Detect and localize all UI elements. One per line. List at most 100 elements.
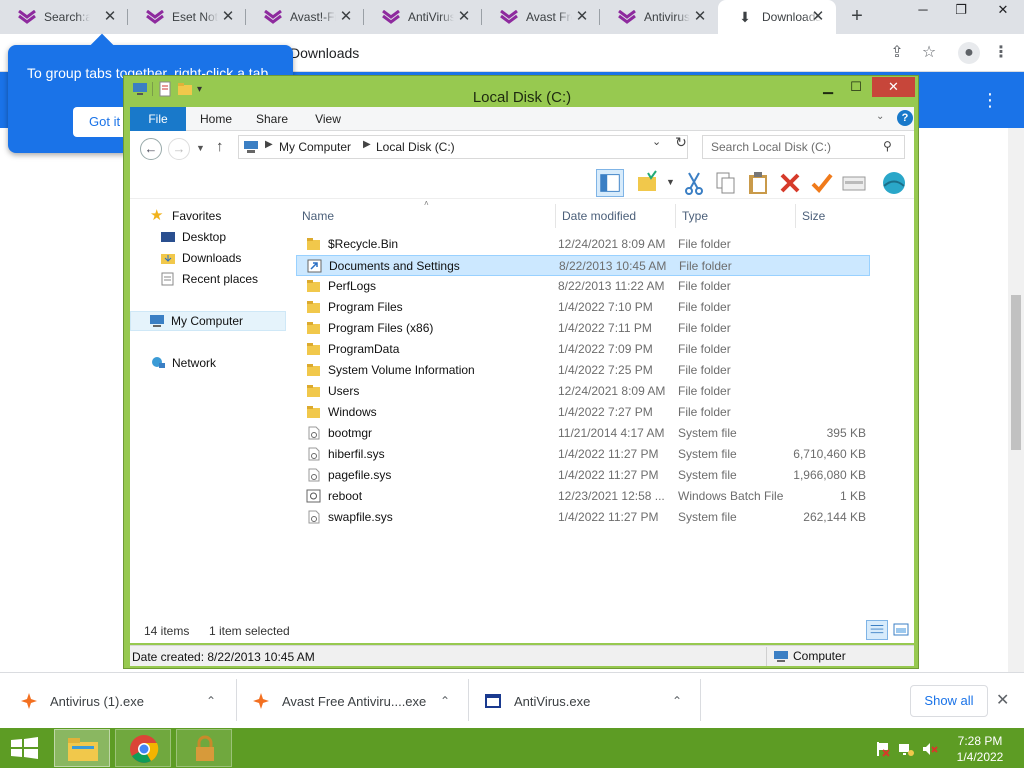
breadcrumb-local-disk[interactable]: Local Disk (C:) (376, 140, 455, 154)
globe-icon[interactable] (880, 169, 908, 197)
download-item[interactable]: Avast Free Antiviru....exe ⌃ (252, 679, 468, 723)
nav-my-computer[interactable]: My Computer (130, 311, 286, 331)
clock-time[interactable]: 7:28 PM (950, 734, 1010, 748)
nav-desktop[interactable]: Desktop (160, 227, 226, 247)
expand-ribbon-icon[interactable]: ⌄ (876, 111, 884, 122)
minimize-button[interactable]: ─ (908, 2, 938, 20)
breadcrumb-my-computer[interactable]: My Computer (279, 140, 351, 154)
file-row[interactable]: hiberfil.sys 1/4/2022 11:27 PM System file… (296, 444, 870, 465)
share-icon[interactable]: ⇪ (886, 42, 908, 64)
omnibox-text[interactable]: Downloads (290, 45, 359, 61)
tab-file[interactable]: File (130, 107, 186, 131)
file-row[interactable]: Documents and Settings 8/22/2013 10:45 AM… (296, 255, 870, 276)
up-button[interactable]: ↑ (216, 138, 224, 155)
properties-window-icon[interactable] (840, 169, 868, 197)
paste-icon[interactable] (744, 169, 772, 197)
profile-avatar-icon[interactable]: ● (958, 42, 980, 64)
nav-favorites[interactable]: ★ Favorites (150, 206, 221, 226)
file-row[interactable]: PerfLogs 8/22/2013 11:22 AM File folder (296, 276, 870, 297)
help-icon[interactable]: ? (897, 110, 913, 126)
nav-network[interactable]: Network (150, 353, 216, 373)
tab-view[interactable]: View (300, 107, 356, 131)
column-header-date[interactable]: Date modified (556, 204, 676, 228)
tab-avast-free-1[interactable]: Avast!-Free ✕ (246, 0, 364, 34)
large-icons-view-icon[interactable] (890, 620, 912, 640)
download-options-chevron-icon[interactable]: ⌃ (206, 694, 216, 708)
tab-close-icon[interactable]: ✕ (102, 9, 118, 25)
search-icon[interactable]: ⚲ (883, 139, 892, 153)
tab-search-antivirus[interactable]: Search:antivirus ✕ (0, 0, 128, 34)
folder-options-dropdown-icon[interactable]: ▼ (666, 177, 675, 187)
refresh-icon[interactable]: ↻ (670, 134, 692, 151)
file-row[interactable]: reboot 12/23/2021 12:58 ... Windows Batch … (296, 486, 870, 507)
download-options-chevron-icon[interactable]: ⌃ (440, 694, 450, 708)
download-item[interactable]: AntiVirus.exe ⌃ (484, 679, 700, 723)
back-button[interactable]: ← (140, 138, 162, 160)
file-row[interactable]: Windows 1/4/2022 7:27 PM File folder (296, 402, 870, 423)
explorer-maximize-button[interactable]: ☐ (842, 77, 870, 97)
rename-checkmark-icon[interactable] (808, 169, 836, 197)
action-center-flag-icon[interactable] (874, 741, 890, 757)
delete-icon[interactable] (776, 169, 804, 197)
clock-date[interactable]: 1/4/2022 (950, 750, 1010, 764)
file-row[interactable]: pagefile.sys 1/4/2022 11:27 PM System file… (296, 465, 870, 486)
explorer-close-button[interactable]: ✕ (872, 77, 915, 97)
file-row[interactable]: ProgramData 1/4/2022 7:09 PM File folder (296, 339, 870, 360)
address-dropdown-icon[interactable]: ⌄ (652, 135, 661, 148)
bookmark-star-icon[interactable]: ☆ (918, 42, 940, 64)
tab-downloads[interactable]: ⬇ Downloads ✕ (718, 0, 836, 34)
file-row[interactable]: bootmgr 11/21/2014 4:17 AM System file 395 … (296, 423, 870, 444)
close-shelf-icon[interactable]: ✕ (996, 690, 1009, 710)
tab-close-icon[interactable]: ✕ (692, 9, 708, 25)
forward-button[interactable]: → (168, 138, 190, 160)
search-box[interactable]: Search Local Disk (C:) ⚲ (702, 135, 905, 159)
file-row[interactable]: Users 12/24/2021 8:09 AM File folder (296, 381, 870, 402)
file-row[interactable]: System Volume Information 1/4/2022 7:25 P… (296, 360, 870, 381)
volume-muted-icon[interactable] (922, 741, 938, 757)
scrollbar-thumb[interactable] (1011, 295, 1021, 450)
tab-eset[interactable]: Eset Not 32 ✕ (128, 0, 246, 34)
tab-antivirus-exe-2[interactable]: Antivirus.exe ✕ (600, 0, 718, 34)
tab-close-icon[interactable]: ✕ (338, 9, 354, 25)
tab-share[interactable]: Share (244, 107, 300, 131)
tab-avast-free-2[interactable]: Avast Free ✕ (482, 0, 600, 34)
explorer-title: Local Disk (C:) (472, 89, 572, 106)
tab-home[interactable]: Home (188, 107, 244, 131)
copy-icon[interactable] (712, 169, 740, 197)
close-window-button[interactable]: ✕ (988, 2, 1018, 20)
recent-locations-icon[interactable]: ▼ (196, 143, 205, 153)
page-menu-icon[interactable]: ⋮ (980, 88, 1000, 112)
tab-close-icon[interactable]: ✕ (456, 9, 472, 25)
nav-downloads[interactable]: Downloads (160, 248, 241, 268)
file-row[interactable]: Program Files (x86) 1/4/2022 7:11 PM File … (296, 318, 870, 339)
download-item[interactable]: Antivirus (1).exe ⌃ (20, 679, 236, 723)
windows-start-icon[interactable] (10, 737, 39, 759)
nav-recent-places[interactable]: Recent places (160, 269, 258, 289)
download-options-chevron-icon[interactable]: ⌃ (672, 694, 682, 708)
cut-icon[interactable] (680, 169, 708, 197)
tab-antivirus-exe-1[interactable]: AntiVirus.exe ✕ (364, 0, 482, 34)
taskbar-chrome[interactable] (115, 729, 171, 767)
tab-close-icon[interactable]: ✕ (574, 9, 590, 25)
tab-close-icon[interactable]: ✕ (810, 9, 826, 25)
preview-pane-icon[interactable] (596, 169, 624, 197)
column-header-type[interactable]: Type (676, 204, 796, 228)
restore-button[interactable]: ❐ (946, 2, 976, 20)
column-header-name[interactable]: Name (296, 204, 556, 228)
taskbar-app[interactable] (176, 729, 232, 767)
chrome-menu-icon[interactable]: ⋮ (990, 42, 1012, 64)
file-row[interactable]: swapfile.sys 1/4/2022 11:27 PM System file… (296, 507, 870, 528)
file-row[interactable]: Program Files 1/4/2022 7:10 PM File folder (296, 297, 870, 318)
taskbar-file-explorer[interactable] (54, 729, 110, 767)
new-tab-button[interactable]: + (846, 6, 868, 28)
folder-options-icon[interactable] (634, 169, 662, 197)
breadcrumb-separator-icon: ▶ (363, 139, 371, 150)
network-tray-icon[interactable] (898, 741, 914, 757)
address-bar[interactable]: ▶ My Computer ▶ Local Disk (C:) (238, 135, 688, 159)
details-view-icon[interactable] (866, 620, 888, 640)
tab-close-icon[interactable]: ✕ (220, 9, 236, 25)
column-header-size[interactable]: Size (796, 204, 872, 228)
show-all-button[interactable]: Show all (910, 685, 988, 717)
explorer-minimize-button[interactable]: ▁ (814, 77, 842, 97)
file-row[interactable]: $Recycle.Bin 12/24/2021 8:09 AM File folde… (296, 234, 870, 255)
